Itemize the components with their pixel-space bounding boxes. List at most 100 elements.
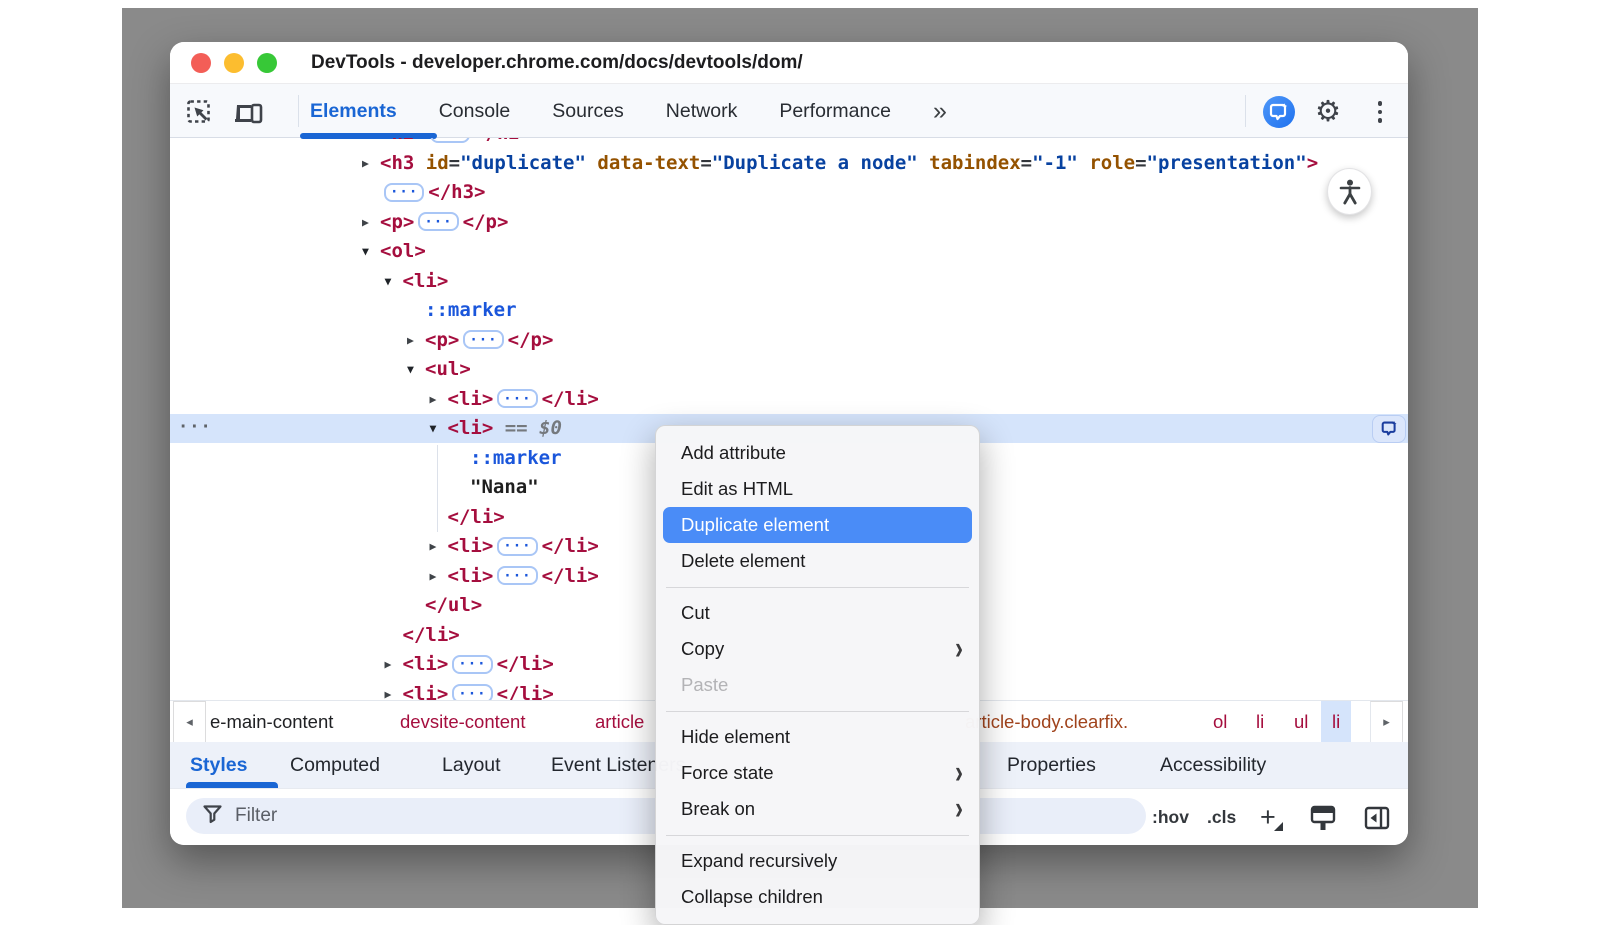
menu-item-cut[interactable]: Cut: [656, 595, 979, 631]
disclosure-triangle[interactable]: ▼: [385, 274, 403, 288]
toolbar-separator: [298, 95, 299, 127]
breadcrumb-back-button[interactable]: ◂: [173, 701, 206, 743]
ai-assistant-chip[interactable]: [1372, 415, 1406, 443]
disclosure-triangle[interactable]: ▶: [362, 138, 380, 140]
devtools-toolbar: Elements Console Sources Network Performance…: [170, 84, 1408, 138]
code-token-text: "Nana": [470, 476, 539, 498]
breadcrumb-item-ol[interactable]: ol: [1213, 701, 1227, 743]
disclosure-triangle[interactable]: ▼: [407, 362, 425, 376]
code-token-val: "presentation": [1147, 152, 1307, 174]
inline-expand-badge[interactable]: ···: [497, 537, 537, 556]
tab-layout[interactable]: Layout: [442, 742, 501, 788]
menu-item-hide-element[interactable]: Hide element: [656, 719, 979, 755]
code-token-tag: <p>: [425, 329, 459, 351]
ai-assistant-icon[interactable]: [1263, 96, 1295, 128]
code-token-tag: <p>: [380, 211, 414, 233]
toggle-class-button[interactable]: .cls: [1207, 789, 1236, 846]
tab-console[interactable]: Console: [439, 100, 511, 123]
dom-tree-row[interactable]: ::marker: [170, 296, 1408, 326]
tree-guide-line: [437, 445, 438, 532]
disclosure-triangle[interactable]: ▶: [430, 569, 448, 583]
code-token-tag: </li>: [542, 535, 599, 557]
accessibility-person-icon[interactable]: [1327, 168, 1372, 215]
dom-tree-row[interactable]: ▼<ol>: [170, 237, 1408, 267]
code-token-attr: data-text: [586, 152, 700, 174]
disclosure-triangle[interactable]: ▶: [430, 392, 448, 406]
dom-tree-row[interactable]: ▶<p>···</p>: [170, 207, 1408, 237]
zoom-window-button[interactable]: [257, 53, 277, 73]
dom-tree-row[interactable]: ▶<li>···</li>: [170, 384, 1408, 414]
dom-tree-row[interactable]: ▶<h2>···</h2>: [170, 138, 1408, 148]
tab-sources[interactable]: Sources: [552, 100, 624, 123]
breadcrumb-item-article[interactable]: article: [595, 701, 644, 743]
code-token-tag: <li>: [448, 417, 494, 439]
code-token-dollar: $0: [539, 417, 562, 439]
new-style-rule-button[interactable]: +: [1260, 789, 1283, 846]
tab-performance[interactable]: Performance: [779, 100, 891, 123]
menu-item-add-attribute[interactable]: Add attribute: [656, 435, 979, 471]
tab-properties[interactable]: Properties: [1007, 742, 1096, 788]
inspect-icon[interactable]: [184, 97, 214, 127]
menu-item-expand-recursively[interactable]: Expand recursively: [656, 843, 979, 879]
disclosure-triangle[interactable]: ▶: [362, 215, 380, 229]
breadcrumb-item-ul[interactable]: ul: [1294, 701, 1308, 743]
code-token-eq: =: [449, 152, 460, 174]
settings-gear-icon[interactable]: ⚙: [1313, 97, 1343, 127]
menu-item-break-on[interactable]: Break on›: [656, 791, 979, 827]
disclosure-triangle[interactable]: ▶: [407, 333, 425, 347]
rendering-brush-icon[interactable]: [1308, 803, 1338, 838]
inline-expand-badge[interactable]: ···: [452, 684, 492, 700]
code-token-tag: <h2>: [380, 138, 426, 144]
breadcrumb-item-li[interactable]: li: [1321, 701, 1351, 743]
more-kebab-icon[interactable]: [1365, 97, 1395, 127]
code-token-tag: </p>: [508, 329, 554, 351]
code-token-tag: <h3: [380, 152, 414, 174]
breadcrumb-item-li[interactable]: li: [1256, 701, 1264, 743]
dom-tree-row[interactable]: ···</h3>: [170, 178, 1408, 208]
inline-expand-badge[interactable]: ···: [463, 330, 503, 349]
menu-item-edit-as-html[interactable]: Edit as HTML: [656, 471, 979, 507]
dom-tree-row[interactable]: ▼<ul>: [170, 355, 1408, 385]
dom-tree-row[interactable]: ▶<h3 id="duplicate" data-text="Duplicate…: [170, 148, 1408, 178]
row-more-actions-dots[interactable]: ···: [178, 417, 212, 437]
code-token-tag: </li>: [542, 565, 599, 587]
disclosure-triangle[interactable]: ▶: [385, 657, 403, 671]
code-token-tag: <li>: [448, 565, 494, 587]
menu-item-copy[interactable]: Copy›: [656, 631, 979, 667]
inline-expand-badge[interactable]: ···: [452, 655, 492, 674]
disclosure-triangle[interactable]: ▼: [362, 244, 380, 258]
tab-computed[interactable]: Computed: [290, 742, 380, 788]
code-token-tag: <li>: [403, 683, 449, 700]
inline-expand-badge[interactable]: ···: [418, 212, 458, 231]
code-token-tag: <li>: [403, 653, 449, 675]
disclosure-triangle[interactable]: ▼: [430, 421, 448, 435]
dock-panel-icon[interactable]: [1362, 803, 1392, 838]
breadcrumb-item-devsite-content[interactable]: devsite-content: [400, 701, 525, 743]
disclosure-triangle[interactable]: ▶: [385, 687, 403, 700]
device-toolbar-icon[interactable]: [234, 97, 264, 127]
breadcrumb-item-article-body-clearfix[interactable]: article-body.clearfix.: [965, 701, 1128, 743]
dom-tree-row[interactable]: ▼<li>: [170, 266, 1408, 296]
menu-item-force-state[interactable]: Force state›: [656, 755, 979, 791]
menu-item-collapse-children[interactable]: Collapse children: [656, 879, 979, 915]
dom-tree-row[interactable]: ▶<p>··· </p>: [170, 325, 1408, 355]
menu-item-duplicate-element[interactable]: Duplicate element: [663, 507, 972, 543]
menu-item-delete-element[interactable]: Delete element: [656, 543, 979, 579]
breadcrumb-forward-button[interactable]: ▸: [1370, 701, 1403, 743]
tab-accessibility[interactable]: Accessibility: [1160, 742, 1266, 788]
inline-expand-badge[interactable]: ···: [497, 566, 537, 585]
inline-expand-badge[interactable]: ···: [430, 138, 470, 143]
breadcrumb-item-e-main-content[interactable]: e-main-content: [210, 701, 333, 743]
tab-elements[interactable]: Elements: [310, 100, 397, 123]
menu-separator: [656, 579, 979, 595]
code-token-tag: </li>: [497, 683, 554, 700]
toggle-hover-state-button[interactable]: :hov: [1152, 789, 1189, 846]
close-window-button[interactable]: [191, 53, 211, 73]
minimize-window-button[interactable]: [224, 53, 244, 73]
disclosure-triangle[interactable]: ▶: [362, 156, 380, 170]
disclosure-triangle[interactable]: ▶: [430, 539, 448, 553]
inline-expand-badge[interactable]: ···: [497, 389, 537, 408]
tab-network[interactable]: Network: [666, 100, 738, 123]
more-tabs-chevron-icon[interactable]: »: [933, 97, 944, 126]
inline-expand-badge[interactable]: ···: [384, 183, 424, 202]
